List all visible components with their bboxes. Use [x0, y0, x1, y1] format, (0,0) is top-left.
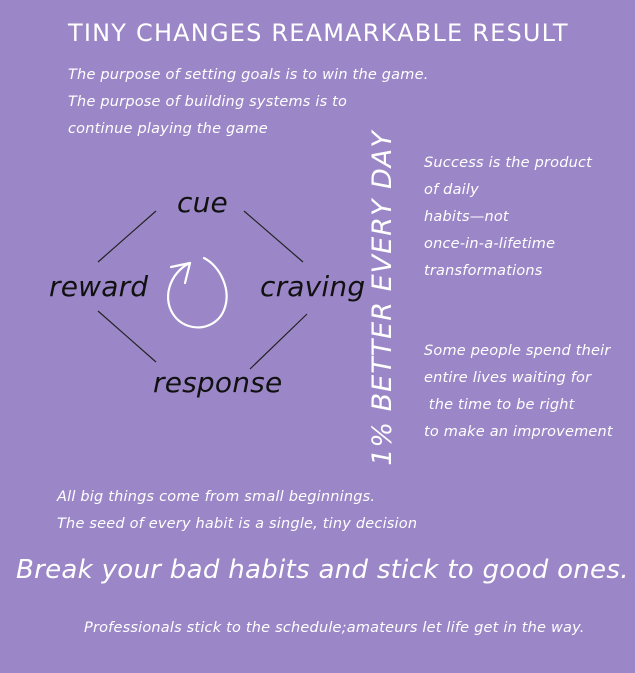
loop-label-response: response — [153, 366, 283, 399]
connector-top-left — [97, 210, 157, 263]
loop-label-cue: cue — [177, 186, 228, 219]
headline: Break your bad habits and stick to good … — [16, 555, 629, 585]
loop-label-craving: craving — [260, 270, 366, 303]
loop-label-reward: reward — [49, 270, 149, 303]
connector-bottom-left — [97, 310, 157, 363]
connector-top-right — [243, 210, 304, 263]
connector-bottom-right — [249, 313, 308, 370]
cycle-arrow-icon — [166, 256, 228, 329]
footer-quote: Professionals stick to the schedule;amat… — [84, 620, 585, 636]
